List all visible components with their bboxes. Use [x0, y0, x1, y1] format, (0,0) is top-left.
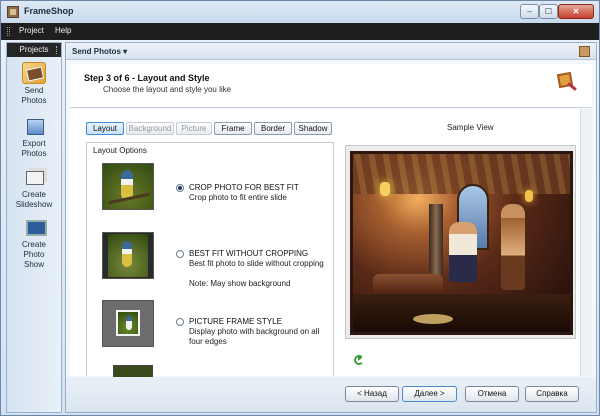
sample-view-panel	[345, 145, 576, 339]
option-best-fit-note: Note: May show background	[189, 279, 291, 288]
tab-border[interactable]: Border	[254, 122, 292, 135]
menu-bar: Project Help	[1, 23, 599, 40]
radio-best-fit-no-crop[interactable]	[176, 250, 184, 258]
main-panel: Send Photos ▾ Step 3 of 6 - Layout and S…	[65, 42, 597, 413]
option-best-fit-title: BEST FIT WITHOUT CROPPING	[189, 249, 309, 258]
menu-grip-icon	[7, 27, 10, 36]
option-frame-title: PICTURE FRAME STYLE	[189, 317, 282, 326]
vertical-scrollbar[interactable]	[580, 109, 592, 376]
picture-frame-preview-thumbnail[interactable]	[102, 300, 154, 347]
lantern-image	[525, 190, 533, 202]
sidebar-item-create-photo-show[interactable]: Create Photo Show	[8, 216, 60, 270]
step-header: Step 3 of 6 - Layout and Style Choose th…	[70, 64, 592, 108]
menu-project[interactable]: Project	[19, 26, 44, 35]
sidebar-grip-icon[interactable]	[56, 46, 58, 54]
sidebar-item-label: Photos	[21, 149, 47, 158]
next-button[interactable]: Далее >	[402, 386, 457, 402]
step-title: Step 3 of 6 - Layout and Style	[84, 73, 210, 83]
title-bar: FrameShop – ☐ ✕	[1, 1, 599, 23]
tab-frame[interactable]: Frame	[214, 122, 252, 135]
sidebar-item-label: Photos	[21, 96, 47, 105]
sample-view-label: Sample View	[447, 123, 494, 132]
tab-background: Background	[126, 122, 174, 135]
standing-figure-image	[501, 204, 525, 290]
sofa-image	[373, 274, 443, 296]
sidebar-item-label: Slideshow	[15, 200, 53, 209]
floor-image	[353, 294, 570, 332]
tab-picture: Picture	[176, 122, 212, 135]
refresh-icon[interactable]	[354, 355, 364, 365]
frameshop-app-icon	[7, 6, 19, 18]
back-button[interactable]: < Назад	[345, 386, 399, 402]
sidebar-item-label: Show	[23, 260, 44, 269]
tab-shadow[interactable]: Shadow	[294, 122, 332, 135]
sample-photo	[350, 151, 573, 335]
frame-tool-icon[interactable]	[579, 46, 590, 57]
sidebar-header: Projects	[7, 43, 61, 57]
main-header-title[interactable]: Send Photos ▾	[72, 47, 127, 56]
sidebar-item-send-photos[interactable]: Send Photos	[8, 62, 60, 106]
sidebar-item-create-slideshow[interactable]: Create Slideshow	[8, 166, 60, 210]
seated-figure-image	[449, 222, 477, 282]
option-best-fit-desc: Best fit photo to slide without cropping	[189, 259, 324, 268]
sidebar-item-label: Create	[21, 240, 46, 249]
step-subtitle: Choose the layout and style you like	[103, 85, 232, 94]
lantern-image	[380, 182, 390, 196]
layout-content: Layout Background Picture Frame Border S…	[70, 109, 592, 377]
option-crop-desc: Crop photo to fit entire slide	[189, 193, 287, 202]
next-option-thumbnail[interactable]	[113, 365, 153, 377]
sidebar-item-label: Create	[21, 190, 46, 199]
framed-photo-image	[116, 310, 140, 336]
main-header-label: Send Photos	[72, 47, 121, 56]
photo-show-icon	[22, 216, 47, 238]
slideshow-icon	[22, 166, 46, 188]
option-frame-desc: Display photo with background on all fou…	[189, 327, 320, 346]
send-photos-icon	[22, 62, 46, 84]
window-title: FrameShop	[24, 6, 74, 16]
best-fit-preview-thumbnail[interactable]	[102, 232, 154, 279]
export-photos-icon	[22, 115, 46, 137]
layout-style-icon	[555, 71, 579, 97]
help-button[interactable]: Справка	[525, 386, 579, 402]
photo-image	[108, 234, 148, 277]
chevron-down-icon: ▾	[123, 47, 128, 56]
radio-crop-best-fit[interactable]	[176, 184, 184, 192]
layout-options-label: Layout Options	[93, 146, 147, 155]
main-header: Send Photos ▾	[66, 43, 596, 60]
bird-image	[122, 241, 132, 267]
projects-sidebar: Projects Send Photos Export Photos Creat…	[6, 42, 62, 413]
sidebar-item-label: Send	[24, 86, 44, 95]
layout-options-group: Layout Options CROP PHOTO FOR BEST FIT C…	[86, 142, 334, 377]
option-crop-title: CROP PHOTO FOR BEST FIT	[189, 183, 299, 192]
sidebar-item-export-photos[interactable]: Export Photos	[8, 115, 60, 159]
menu-help[interactable]: Help	[55, 26, 71, 35]
close-button[interactable]: ✕	[558, 4, 594, 19]
minimize-button[interactable]: –	[520, 4, 539, 19]
crop-preview-thumbnail[interactable]	[102, 163, 154, 210]
radio-picture-frame-style[interactable]	[176, 318, 184, 326]
maximize-button[interactable]: ☐	[539, 4, 558, 19]
plate-image	[413, 314, 453, 324]
app-window: FrameShop – ☐ ✕ Project Help Projects Se…	[0, 0, 600, 416]
cancel-button[interactable]: Отмена	[465, 386, 519, 402]
wizard-footer: < Назад Далее > Отмена Справка	[66, 377, 596, 412]
bird-image	[126, 316, 132, 330]
sidebar-item-label: Export	[22, 139, 46, 148]
tab-layout[interactable]: Layout	[86, 122, 124, 135]
sidebar-item-label: Photo	[23, 250, 45, 259]
